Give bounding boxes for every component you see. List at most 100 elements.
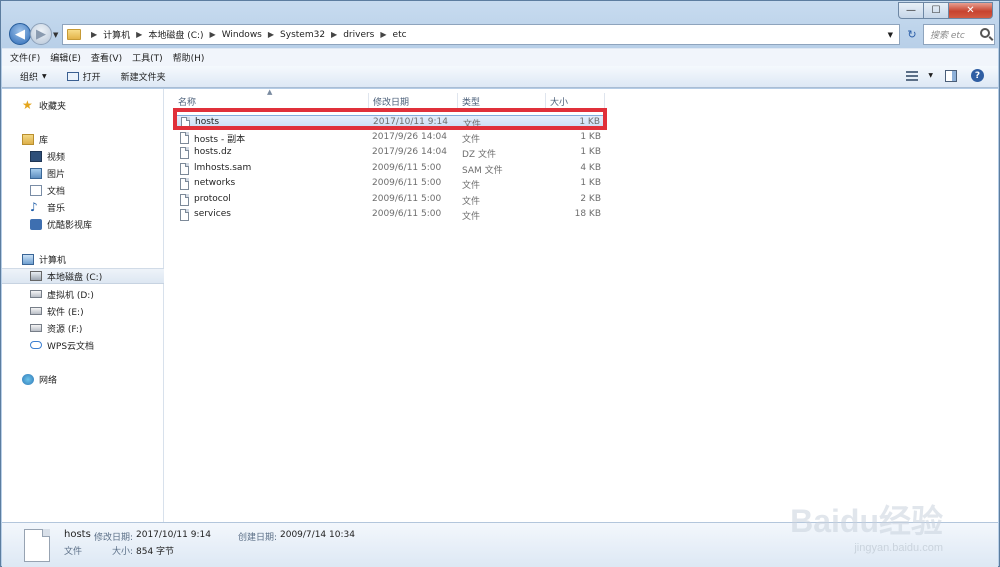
file-size: 18 KB (574, 209, 601, 219)
sidebar-item-libraries[interactable]: 库 (2, 131, 164, 147)
breadcrumb-drivers[interactable]: drivers (343, 30, 374, 40)
address-dropdown-icon[interactable]: ▼ (888, 31, 893, 39)
file-row[interactable]: hosts - 副本 2017/9/26 14:04 文件 1 KB (174, 131, 605, 146)
column-name[interactable]: 名称 (174, 93, 369, 109)
drive-icon (30, 324, 42, 332)
open-label: 打开 (82, 73, 101, 83)
library-icon (22, 133, 34, 145)
new-folder-button[interactable]: 新建文件夹 (121, 70, 166, 83)
sidebar-item-pictures[interactable]: 图片 (2, 165, 164, 181)
sidebar-item-computer[interactable]: 计算机 (2, 251, 164, 267)
menu-help[interactable]: 帮助(H) (173, 51, 205, 64)
sidebar-item-wps-cloud[interactable]: WPS云文档 (2, 337, 164, 353)
breadcrumb-system32[interactable]: System32 (280, 30, 325, 40)
computer-icon (22, 253, 34, 265)
sidebar-item-documents[interactable]: 文档 (2, 182, 164, 198)
breadcrumb-c-drive[interactable]: 本地磁盘 (C:) (148, 28, 203, 41)
file-name: hosts - 副本 (194, 135, 246, 145)
organize-button[interactable]: 组织 ▼ (20, 70, 47, 83)
sidebar-item-videos[interactable]: 视频 (2, 148, 164, 164)
help-icon[interactable]: ? (971, 69, 984, 82)
forward-button[interactable]: ▶ (30, 23, 52, 45)
minimize-button[interactable]: — (898, 2, 924, 19)
sidebar-item-e-drive[interactable]: 软件 (E:) (2, 303, 164, 319)
picture-icon (30, 167, 42, 179)
file-icon (24, 529, 50, 562)
view-options-icon[interactable] (906, 70, 919, 81)
column-size[interactable]: 大小 (546, 93, 605, 109)
watermark-url: jingyan.baidu.com (854, 542, 943, 554)
file-row[interactable]: hosts.dz 2017/9/26 14:04 DZ 文件 1 KB (174, 146, 605, 161)
preview-pane-icon[interactable] (945, 69, 957, 82)
recent-pages-dropdown-icon[interactable]: ▼ (53, 31, 58, 39)
file-date: 2009/6/11 5:00 (372, 194, 442, 204)
chevron-down-icon: ▼ (42, 73, 47, 80)
menu-bar: 文件(F) 编辑(E) 查看(V) 工具(T) 帮助(H) (2, 48, 998, 66)
sidebar-item-d-drive[interactable]: 虚拟机 (D:) (2, 286, 164, 302)
breadcrumb-computer[interactable]: 计算机 (103, 28, 130, 41)
sidebar-item-label: 计算机 (39, 255, 67, 266)
menu-tools[interactable]: 工具(T) (132, 51, 163, 64)
sidebar-item-favorites[interactable]: ★ 收藏夹 (2, 97, 164, 113)
chevron-right-icon[interactable]: ▶ (268, 30, 274, 39)
file-row[interactable]: services 2009/6/11 5:00 文件 18 KB (174, 208, 605, 223)
sidebar-item-music[interactable]: ♪ 音乐 (2, 199, 164, 215)
column-modified[interactable]: 修改日期 (369, 93, 458, 109)
sidebar-item-label: 虚拟机 (D:) (47, 290, 94, 301)
drive-icon (30, 290, 42, 298)
sidebar-item-network[interactable]: 网络 (2, 371, 164, 387)
file-type: 文件 (462, 197, 481, 207)
refresh-icon[interactable]: ↻ (904, 24, 920, 45)
sidebar-item-label: 音乐 (47, 203, 66, 214)
sidebar-item-label: 软件 (E:) (47, 307, 84, 318)
chevron-right-icon[interactable]: ▶ (136, 30, 142, 39)
chevron-right-icon[interactable]: ▶ (210, 30, 216, 39)
file-icon (181, 117, 190, 129)
open-button[interactable]: 打开 (66, 70, 101, 83)
menu-view[interactable]: 查看(V) (91, 51, 122, 64)
breadcrumb-etc[interactable]: etc (393, 30, 407, 40)
file-date: 2017/9/26 14:04 (372, 147, 447, 157)
file-row[interactable]: protocol 2009/6/11 5:00 文件 2 KB (174, 193, 605, 208)
close-button[interactable]: ✕ (949, 2, 993, 19)
details-modified-label: 修改日期: (94, 533, 134, 543)
navigation-pane: ★ 收藏夹 库 视频 图片 文档 ♪ 音乐 优酷影视库 计算机 本地磁盘 (C:… (2, 89, 164, 522)
file-date: 2009/6/11 5:00 (372, 209, 442, 219)
sidebar-item-label: 网络 (39, 375, 58, 386)
watermark-logo: Baidu经验 (790, 503, 943, 539)
details-type: 文件 (64, 547, 83, 557)
content-area: ★ 收藏夹 库 视频 图片 文档 ♪ 音乐 优酷影视库 计算机 本地磁盘 (C:… (2, 88, 998, 522)
chevron-right-icon[interactable]: ▶ (331, 30, 337, 39)
file-size: 4 KB (580, 163, 601, 173)
file-row[interactable]: lmhosts.sam 2009/6/11 5:00 SAM 文件 4 KB (174, 162, 605, 177)
file-date: 2017/9/26 14:04 (372, 132, 447, 142)
network-icon (22, 373, 34, 385)
sidebar-item-youku[interactable]: 优酷影视库 (2, 216, 164, 232)
file-row-hosts[interactable]: hosts 2017/10/11 9:14 文件 1 KB (174, 115, 605, 130)
file-name: lmhosts.sam (194, 163, 252, 173)
back-button[interactable]: ◀ (9, 23, 31, 45)
file-size: 1 KB (580, 132, 601, 142)
navigation-bar: ◀ ▶ ▼ ▶ 计算机 ▶ 本地磁盘 (C:) ▶ Windows ▶ Syst… (7, 23, 995, 45)
address-bar[interactable]: ▶ 计算机 ▶ 本地磁盘 (C:) ▶ Windows ▶ System32 ▶… (62, 24, 900, 45)
menu-file[interactable]: 文件(F) (10, 51, 40, 64)
maximize-button[interactable]: ☐ (924, 2, 949, 19)
menu-edit[interactable]: 编辑(E) (50, 51, 81, 64)
sidebar-item-c-drive[interactable]: 本地磁盘 (C:) (2, 268, 164, 284)
file-date: 2009/6/11 5:00 (372, 178, 442, 188)
sidebar-item-f-drive[interactable]: 资源 (F:) (2, 320, 164, 336)
breadcrumb-windows[interactable]: Windows (222, 30, 262, 40)
file-list: ▲ 名称 修改日期 类型 大小 hosts 2017/10/11 9:14 文件… (165, 88, 998, 522)
file-row[interactable]: networks 2009/6/11 5:00 文件 1 KB (174, 177, 605, 192)
column-type[interactable]: 类型 (458, 93, 546, 109)
file-date: 2017/10/11 9:14 (373, 117, 448, 127)
chevron-right-icon[interactable]: ▶ (380, 30, 386, 39)
chevron-right-icon[interactable]: ▶ (91, 30, 97, 39)
sidebar-item-label: 文档 (47, 186, 66, 197)
sidebar-item-label: 本地磁盘 (C:) (47, 272, 103, 283)
search-icon[interactable] (980, 28, 990, 38)
organize-label: 组织 (20, 73, 39, 83)
search-input[interactable]: 搜索 etc (923, 24, 995, 45)
sidebar-item-label: 库 (39, 135, 49, 146)
chevron-down-icon[interactable]: ▼ (928, 72, 933, 79)
